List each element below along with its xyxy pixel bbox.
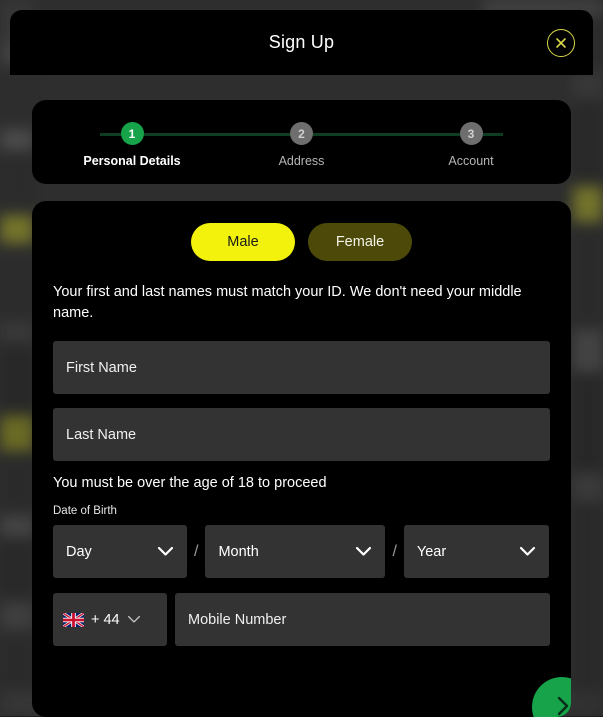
dob-separator: / — [194, 543, 198, 561]
last-name-input[interactable] — [53, 408, 550, 461]
dob-day-value: Day — [53, 544, 157, 560]
sign-up-modal: Sign Up 1 Personal Details 2 Address 3 A… — [10, 10, 593, 704]
dob-month-select[interactable]: Month — [205, 525, 385, 578]
chevron-down-icon — [157, 546, 174, 557]
chevron-down-icon — [519, 546, 536, 557]
date-of-birth-label: Date of Birth — [53, 505, 550, 517]
gender-option-male[interactable]: Male — [191, 223, 295, 261]
dob-month-value: Month — [205, 544, 355, 560]
mobile-number-input[interactable] — [175, 593, 550, 646]
dob-year-value: Year — [404, 544, 519, 560]
step-label: Account — [448, 154, 493, 168]
page-title: Sign Up — [269, 32, 334, 53]
close-icon[interactable] — [547, 29, 575, 57]
chevron-down-icon — [355, 546, 372, 557]
dob-day-select[interactable]: Day — [53, 525, 187, 578]
dob-year-select[interactable]: Year — [404, 525, 549, 578]
step-label: Address — [279, 154, 325, 168]
chevron-right-icon — [554, 694, 571, 717]
dob-separator: / — [392, 543, 396, 561]
modal-header: Sign Up — [10, 10, 593, 75]
stepper-step-address[interactable]: 2 Address — [237, 122, 367, 168]
dial-code-value: + 44 — [91, 612, 120, 628]
stepper-step-personal-details[interactable]: 1 Personal Details — [67, 122, 197, 168]
progress-stepper: 1 Personal Details 2 Address 3 Account — [32, 100, 571, 184]
personal-details-form: Male Female Your first and last names mu… — [32, 201, 571, 717]
chevron-down-icon — [127, 615, 141, 624]
next-step-button[interactable] — [532, 677, 571, 717]
name-helper-text: Your first and last names must match you… — [53, 282, 550, 324]
stepper-step-account[interactable]: 3 Account — [406, 122, 536, 168]
first-name-input[interactable] — [53, 341, 550, 394]
step-number-badge: 1 — [121, 122, 144, 145]
gender-option-female[interactable]: Female — [308, 223, 412, 261]
mobile-number-row: + 44 — [53, 593, 550, 646]
gender-toggle-group: Male Female — [53, 223, 550, 261]
country-dial-code-select[interactable]: + 44 — [53, 593, 167, 646]
step-label: Personal Details — [83, 154, 180, 168]
date-of-birth-row: Day / Month / Year — [53, 525, 550, 578]
step-number-badge: 3 — [460, 122, 483, 145]
age-notice-text: You must be over the age of 18 to procee… — [53, 475, 550, 491]
uk-flag-icon — [63, 613, 84, 627]
step-number-badge: 2 — [290, 122, 313, 145]
